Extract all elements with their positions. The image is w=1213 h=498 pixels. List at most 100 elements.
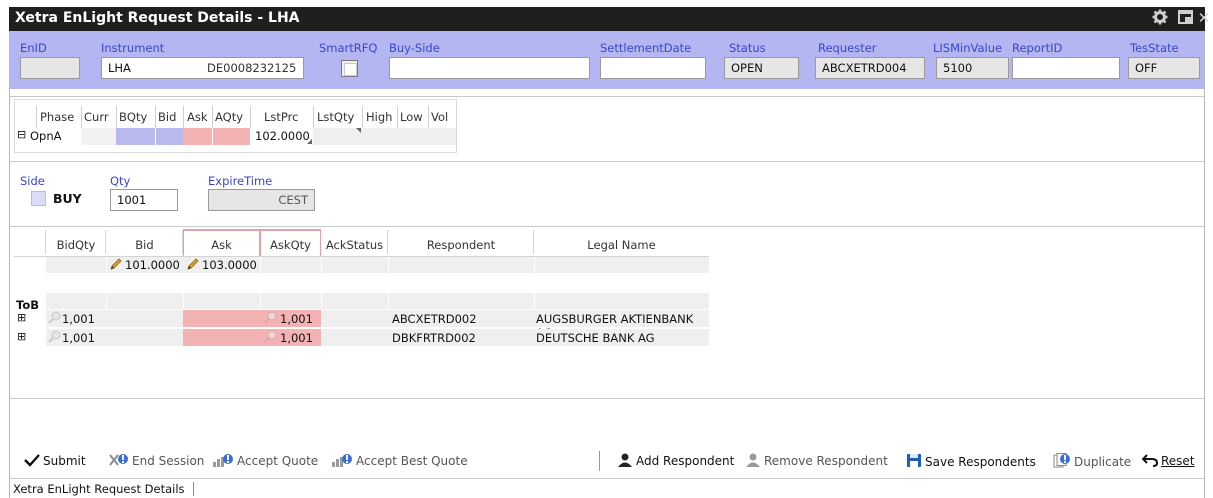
section-divider [10, 96, 1204, 97]
market-high-cell [362, 128, 397, 145]
expiretime-label: ExpireTime [208, 174, 273, 188]
market-col-aqty: AQty [215, 110, 244, 124]
undo-arrow-icon [1141, 453, 1159, 467]
close-icon[interactable]: ✕ [1195, 9, 1213, 27]
market-col-bqty: BQty [119, 110, 148, 124]
instrument-label: Instrument [101, 41, 165, 55]
side-label: Side [20, 174, 45, 188]
quote-col-ackstatus[interactable]: AckStatus [321, 238, 388, 252]
add-respondent-button[interactable]: Add Respondent [617, 453, 734, 468]
settings-gear-icon[interactable] [1151, 9, 1169, 27]
duplicate-button[interactable]: Duplicate [1053, 453, 1131, 469]
edit-bid-pencil-icon[interactable] [109, 258, 123, 274]
market-phase-value: OpnA [30, 129, 62, 143]
reset-label: Reset [1161, 454, 1195, 468]
quote-col-legal-name[interactable]: Legal Name [534, 238, 709, 252]
market-aqty-cell [212, 128, 250, 145]
add-user-icon [617, 453, 633, 467]
market-col-phase: Phase [40, 110, 75, 124]
magnifier-icon [264, 310, 277, 327]
accept-best-quote-icon [331, 453, 353, 467]
market-bid-cell [155, 128, 183, 145]
instrument-field[interactable]: LHA DE0008232125 [101, 57, 304, 79]
duplicate-icon [1053, 453, 1071, 468]
row-askqty: 1,001 [280, 312, 313, 326]
lastprice-corner-marker [307, 139, 312, 144]
accept-quote-button[interactable]: Accept Quote [212, 453, 318, 468]
market-col-curr: Curr [84, 110, 109, 124]
quote-col-ask[interactable]: Ask [183, 238, 260, 252]
row-legal-name: DEUTSCHE BANK AG [536, 331, 655, 345]
qty-label: Qty [110, 174, 131, 188]
save-respondents-button[interactable]: Save Respondents [906, 453, 1036, 469]
accept-quote-icon [212, 453, 234, 467]
remove-user-icon [745, 453, 761, 467]
market-curr-cell [81, 128, 116, 145]
status-label: Status [729, 41, 766, 55]
magnifier-icon [264, 329, 277, 346]
side-color-swatch [31, 191, 46, 206]
row-ask-cell [183, 329, 260, 346]
quote-col-respondent[interactable]: Respondent [388, 238, 534, 252]
accept-quote-label: Accept Quote [237, 454, 319, 468]
market-vol-cell [428, 128, 456, 145]
magnifier-icon [48, 310, 61, 327]
tob-row [46, 293, 709, 309]
market-lstqty-cell [313, 128, 362, 145]
magnifier-icon [48, 329, 61, 346]
market-ask-cell [183, 128, 212, 145]
buyside-field[interactable] [389, 57, 590, 79]
save-respondents-label: Save Respondents [925, 455, 1036, 469]
requester-field: ABCXETRD004 [815, 57, 925, 79]
market-row-collapse-icon[interactable]: ⊟ [17, 128, 26, 141]
statusbar-tab[interactable]: Xetra EnLight Request Details [13, 482, 194, 496]
row-bidqty: 1,001 [62, 312, 95, 326]
expiretime-field: CEST [208, 189, 315, 211]
quote-col-bid[interactable]: Bid [106, 238, 183, 252]
reportid-label: ReportID [1012, 41, 1063, 55]
enid-field [20, 57, 80, 79]
window-title: Xetra EnLight Request Details - LHA [15, 10, 300, 26]
end-session-label: End Session [132, 454, 205, 468]
summary-ask-value[interactable]: 103.0000 [202, 258, 257, 272]
status-field: OPEN [724, 57, 799, 79]
market-col-lstqty: LstQty [317, 110, 355, 124]
market-col-bid: Bid [158, 110, 177, 124]
row-expand-icon[interactable]: ⊞ [17, 311, 26, 324]
qty-field[interactable]: 1001 [110, 189, 178, 211]
table-row[interactable]: ⊞ 1,001 1,001 ABCXETRD002 AUGSBURGER AKT… [14, 310, 709, 340]
market-col-lstprc: LstPrc [264, 110, 299, 124]
accept-best-quote-button[interactable]: Accept Best Quote [331, 453, 468, 468]
row-respondent: DBKFRTRD002 [392, 331, 476, 345]
market-col-low: Low [400, 110, 423, 124]
smartrfq-checkbox[interactable] [341, 60, 358, 77]
toolbar-separator [599, 451, 600, 471]
quote-col-bidqty[interactable]: BidQty [46, 238, 106, 252]
reset-button[interactable]: Reset [1141, 453, 1195, 468]
end-session-button[interactable]: End Session [109, 453, 204, 468]
buyside-label: Buy-Side [389, 41, 440, 55]
market-col-ask: Ask [187, 110, 208, 124]
side-value[interactable]: BUY [53, 191, 82, 206]
row-expand-icon[interactable]: ⊞ [17, 330, 26, 343]
edit-ask-pencil-icon[interactable] [186, 258, 200, 274]
summary-bid-value[interactable]: 101.0000 [125, 258, 180, 272]
quote-col-askqty[interactable]: AskQty [260, 238, 321, 252]
submit-button[interactable]: Submit [24, 453, 86, 468]
smartrfq-label: SmartRFQ [319, 41, 378, 55]
lstqty-corner-marker [356, 128, 361, 133]
market-bqty-cell [116, 128, 155, 145]
requester-label: Requester [818, 41, 877, 55]
remove-respondent-button[interactable]: Remove Respondent [745, 453, 888, 468]
end-session-icon [109, 453, 129, 467]
settlement-date-field[interactable] [600, 57, 706, 79]
remove-respondent-label: Remove Respondent [764, 454, 888, 468]
row-askqty: 1,001 [280, 331, 313, 345]
lisminvalue-label: LISMinValue [933, 41, 1003, 55]
checkmark-icon [24, 453, 40, 467]
table-row[interactable]: ⊞ 1,001 1,001 DBKFRTRD002 DEUTSCHE BANK … [14, 329, 709, 346]
reportid-field[interactable] [1012, 57, 1120, 79]
window-detach-icon[interactable] [1177, 9, 1195, 27]
add-respondent-label: Add Respondent [636, 454, 735, 468]
submit-label: Submit [43, 454, 86, 468]
